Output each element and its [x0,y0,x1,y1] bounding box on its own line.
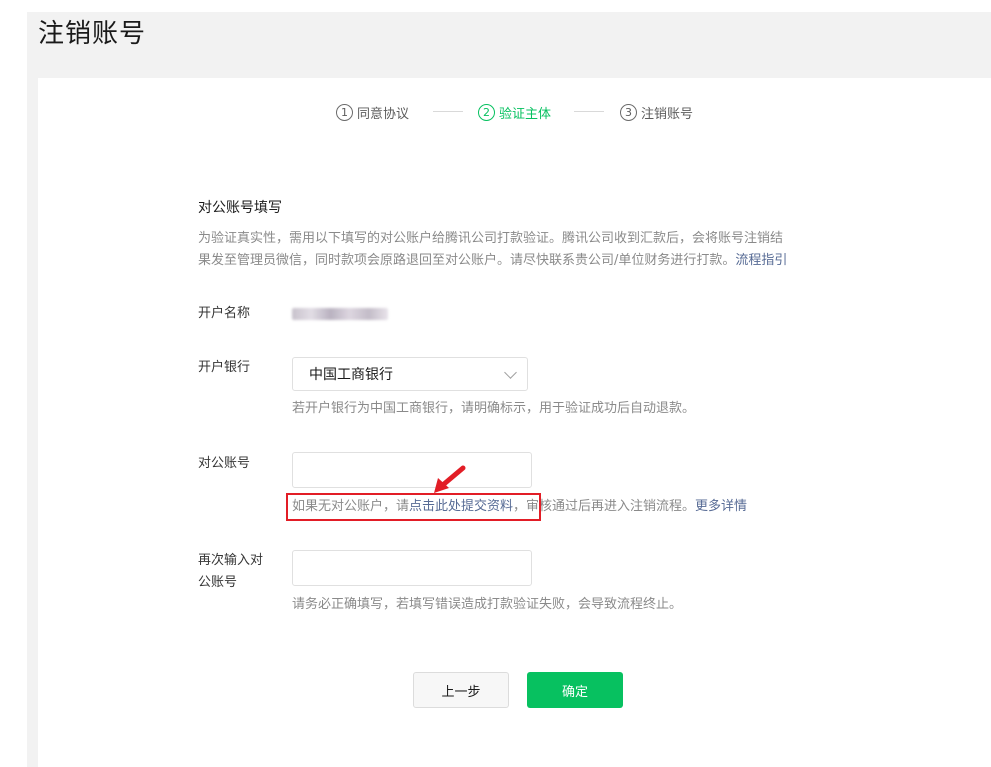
step-verify: 2 验证主体 [478,100,551,124]
account-name-label: 开户名称 [198,306,251,321]
stepper: 1 同意协议 2 验证主体 3 注销账号 [0,100,991,124]
confirm-account-input[interactable] [292,550,532,586]
step-label: 同意协议 [357,106,410,122]
more-details-link[interactable]: 更多详情 [695,499,747,514]
section-title: 对公账号填写 [198,200,282,216]
bank-hint: 若开户银行为中国工商银行，请明确标示，用于验证成功后自动退款。 [292,401,696,416]
step-divider [574,111,604,112]
step-label: 验证主体 [499,106,552,122]
label-line: 公账号 [198,575,238,590]
step-number: 3 [620,103,637,121]
bank-label: 开户银行 [198,360,251,375]
step-divider [433,111,463,112]
step-agree: 1 同意协议 [336,100,409,124]
confirm-account-hint: 请务必正确填写，若填写错误造成打款验证失败，会导致流程终止。 [292,597,683,612]
bank-select[interactable]: 中国工商银行 [292,357,528,391]
section-description: 为验证真实性，需用以下填写的对公账户给腾讯公司打款验证。腾讯公司收到汇款后，会将… [198,228,848,272]
page-title: 注销账号 [38,19,147,49]
prev-step-button[interactable]: 上一步 [413,672,509,708]
red-arrow-icon [434,465,466,493]
step-label: 注销账号 [641,106,694,122]
description-line: 为验证真实性，需用以下填写的对公账户给腾讯公司打款验证。腾讯公司收到汇款后，会将… [198,231,784,246]
account-number-input[interactable] [292,452,532,488]
confirm-button[interactable]: 确定 [527,672,623,708]
account-name-value-redacted [292,308,388,320]
chevron-down-icon [504,366,517,379]
step-number: 1 [336,103,353,121]
highlight-box [286,493,541,521]
bank-selected-value: 中国工商银行 [309,367,393,383]
label-line: 再次输入对 [198,553,264,568]
step-cancel: 3 注销账号 [620,100,693,124]
step-number: 2 [478,103,495,121]
process-guide-link[interactable]: 流程指引 [735,253,787,268]
description-line: 果发至管理员微信，同时款项会原路退回至对公账户。请尽快联系贵公司/单位财务进行打… [198,253,736,268]
account-number-label: 对公账号 [198,456,251,471]
confirm-account-label: 再次输入对 公账号 [198,550,263,594]
content-card [38,78,991,767]
